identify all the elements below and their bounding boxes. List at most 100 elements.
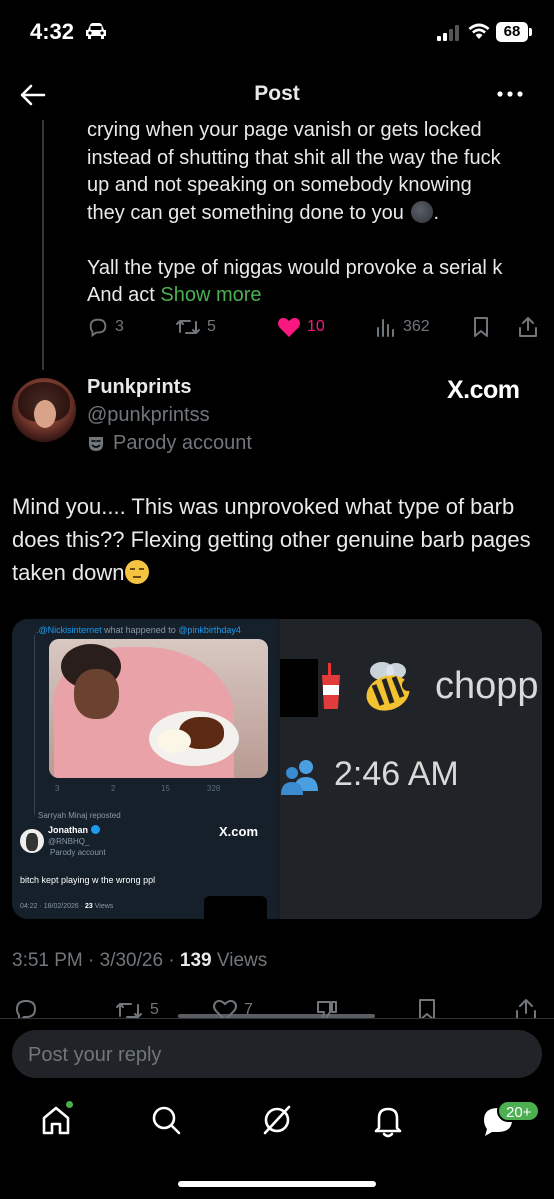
- embedded-reply-text: what happened to: [101, 625, 179, 635]
- embedded-reply-line: .@Nickisinternet what happened to @pinkb…: [36, 625, 241, 635]
- share-button[interactable]: [517, 316, 545, 338]
- author-handle[interactable]: @punkprintss: [87, 404, 210, 427]
- bee-emoji-icon: [366, 662, 414, 711]
- embedded-mention-1: .@Nickisinternet: [36, 625, 102, 635]
- embedded-like-count: 15: [161, 784, 170, 793]
- more-options-icon[interactable]: [496, 90, 524, 98]
- wifi-icon: [468, 23, 490, 39]
- people-emoji-icon: [281, 760, 318, 795]
- media-screenshot-left[interactable]: .@Nickisinternet what happened to @pinkb…: [12, 619, 277, 919]
- show-more-link[interactable]: Show more: [160, 284, 261, 306]
- embedded-repost-count: 2: [111, 784, 116, 793]
- post-action-row: 5 7: [0, 994, 554, 1018]
- status-bar: 4:32 68: [0, 0, 554, 66]
- share-icon: [516, 999, 536, 1018]
- home-notification-dot: [66, 1101, 73, 1108]
- bookmark-button[interactable]: [471, 316, 497, 338]
- share-icon: [519, 317, 537, 337]
- embedded-parody: Parody account: [50, 848, 106, 857]
- embedded-views-label: Views: [92, 903, 114, 910]
- embedded-body: bitch kept playing w the wrong ppl: [20, 875, 156, 885]
- parent-line-2: instead of shutting that shit all the wa…: [87, 146, 501, 169]
- post-text-body: Mind you.... This was unprovoked what ty…: [12, 494, 531, 585]
- views-icon: [377, 319, 394, 337]
- bookmark-icon: [419, 999, 435, 1018]
- messages-badge: 20+: [497, 1100, 541, 1122]
- battery-indicator: 68: [496, 22, 528, 42]
- signal-icon: [437, 25, 459, 41]
- like-count: 10: [307, 318, 325, 335]
- parent-line-3: up and not speaking on somebody knowing: [87, 174, 472, 196]
- parent-line-4-text: they can get something done to you: [87, 201, 404, 224]
- post-share-button[interactable]: [514, 998, 544, 1018]
- notifications-icon[interactable]: [368, 1100, 408, 1140]
- repost-count: 5: [207, 318, 216, 335]
- page-title: Post: [254, 82, 300, 105]
- parent-line-4: they can get something done to you .: [87, 200, 440, 224]
- embedded-views-count: 328: [207, 784, 221, 793]
- post-repost-button[interactable]: 5: [114, 998, 159, 1018]
- like-button[interactable]: 10: [277, 316, 325, 338]
- reply-box[interactable]: [12, 1030, 542, 1078]
- cup-emoji-icon: [322, 663, 340, 709]
- parody-label: Parody account: [87, 432, 252, 455]
- new-moon-emoji-icon: [411, 200, 434, 223]
- redaction-box: [204, 896, 267, 919]
- search-icon[interactable]: [146, 1100, 186, 1140]
- bookmark-icon: [474, 317, 488, 337]
- author-name[interactable]: Punkprints: [87, 376, 191, 399]
- status-time: 4:32: [30, 19, 75, 44]
- post-reply-button[interactable]: [14, 998, 44, 1018]
- embedded-views-number: 23: [85, 903, 93, 910]
- post-timestamp: 3:51 PM · 3/30/26 · 139 Views: [12, 950, 267, 972]
- thread-line: [42, 120, 44, 370]
- views-count: 362: [403, 318, 430, 335]
- post-bookmark-button[interactable]: [416, 998, 444, 1018]
- media-screenshot-right[interactable]: chopp 2:46 AM: [280, 619, 542, 919]
- embedded-handle: @RNBHQ_: [48, 837, 90, 846]
- post-timestamp-text: 3:51 PM · 3/30/26 ·: [12, 950, 180, 971]
- redaction-box-right: [280, 659, 318, 717]
- embedded-xcom-watermark: X.com: [219, 824, 259, 839]
- avatar[interactable]: [12, 378, 76, 442]
- post-media[interactable]: .@Nickisinternet what happened to @pinkb…: [12, 619, 542, 919]
- repost-icon: [176, 320, 200, 334]
- grok-icon[interactable]: [257, 1100, 297, 1140]
- battery-tip: [529, 28, 532, 36]
- parent-post-text: crying when your page vanish or gets loc…: [87, 117, 547, 310]
- parent-action-row: 3 5 10 362: [87, 316, 547, 346]
- tab-bar: [0, 1090, 554, 1160]
- reply-button[interactable]: 3: [87, 316, 124, 338]
- parody-label-text: Parody account: [113, 432, 252, 454]
- author-row: Punkprints @punkprintss Parody account X…: [0, 372, 554, 462]
- parent-line-5: Yall the type of niggas would provoke a …: [87, 256, 503, 279]
- embedded-time-text: 04:22 · 18/02/2026 ·: [20, 903, 85, 910]
- home-indicator: [178, 1181, 376, 1187]
- embedded-mention-2: @pinkbirthday4: [178, 625, 241, 635]
- right-time: 2:46 AM: [334, 755, 459, 793]
- repost-button[interactable]: 5: [175, 316, 216, 338]
- parent-line-1: crying when your page vanish or gets loc…: [87, 119, 482, 141]
- unamused-emoji-icon: [124, 560, 149, 584]
- post-views-label: Views: [211, 950, 268, 971]
- embedded-reply-count: 3: [55, 784, 60, 793]
- embedded-avatar: [20, 829, 44, 853]
- post-views-count: 139: [179, 950, 212, 971]
- parent-line-6: And act Show more: [87, 282, 547, 310]
- embedded-name-text: Jonathan: [48, 825, 89, 835]
- views-button[interactable]: 362: [375, 316, 430, 338]
- nav-header: Post: [0, 70, 554, 118]
- embedded-repost-label: Sarryah Minaj reposted: [38, 811, 121, 820]
- divider: [0, 1018, 554, 1019]
- verified-badge-icon: [91, 825, 101, 834]
- parody-mask-icon: [89, 436, 103, 451]
- post-text: Mind you.... This was unprovoked what ty…: [12, 490, 542, 589]
- reply-count: 3: [115, 318, 124, 335]
- xcom-watermark: X.com: [447, 376, 520, 404]
- reply-input[interactable]: [28, 1042, 518, 1068]
- reply-icon: [89, 318, 107, 338]
- embedded-name: Jonathan: [48, 825, 101, 835]
- embedded-stats: 3 2 15 328: [49, 782, 274, 796]
- partial-word: chopp: [435, 665, 539, 707]
- post-repost-count: 5: [150, 1001, 159, 1018]
